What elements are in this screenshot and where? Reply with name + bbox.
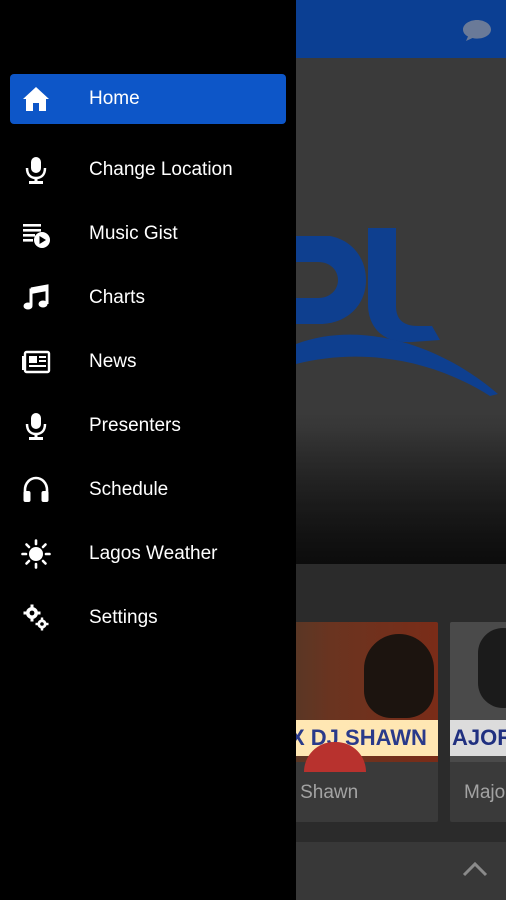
sun-icon (20, 538, 52, 570)
music-note-icon (20, 282, 52, 314)
newspaper-icon (20, 346, 52, 378)
drawer-item-home[interactable]: Home (10, 74, 286, 124)
drawer-item-label: News (89, 351, 137, 372)
presenter-image: AJOR (450, 622, 506, 762)
drawer-item-settings[interactable]: Settings (10, 586, 286, 650)
drawer-item-label: Home (89, 88, 140, 109)
drawer-item-label: Settings (89, 607, 158, 628)
microphone-icon (20, 410, 52, 442)
chevron-up-icon[interactable] (462, 860, 488, 878)
presenter-photo (364, 634, 434, 718)
drawer-item-label: Charts (89, 287, 145, 308)
presenter-card[interactable]: AJOR Majo (450, 622, 506, 822)
headphones-icon (20, 474, 52, 506)
drawer-item-change-location[interactable]: Change Location (10, 138, 286, 202)
card-caption-area: Majo (450, 762, 506, 822)
home-icon (20, 83, 52, 115)
drawer-item-label: Presenters (89, 415, 181, 436)
presenter-banner: AJOR (450, 720, 506, 756)
presenter-photo (478, 628, 506, 708)
drawer-item-schedule[interactable]: Schedule (10, 458, 286, 522)
gears-icon (20, 602, 52, 634)
drawer-item-label: Music Gist (89, 223, 178, 244)
drawer-item-presenters[interactable]: Presenters (10, 394, 286, 458)
drawer-item-news[interactable]: News (10, 330, 286, 394)
navigation-drawer: Home Change Location Music Gist Charts N… (0, 0, 296, 900)
drawer-item-label: Schedule (89, 479, 169, 500)
playlist-play-icon (20, 218, 52, 250)
drawer-menu: Home Change Location Music Gist Charts N… (10, 74, 286, 650)
chat-icon[interactable] (462, 18, 492, 42)
microphone-icon (20, 154, 52, 186)
drawer-item-lagos-weather[interactable]: Lagos Weather (10, 522, 286, 586)
drawer-item-label: Change Location (89, 159, 233, 180)
drawer-item-music-gist[interactable]: Music Gist (10, 202, 286, 266)
drawer-item-label: Lagos Weather (89, 543, 218, 564)
drawer-item-charts[interactable]: Charts (10, 266, 286, 330)
presenter-name: Majo (464, 782, 506, 803)
